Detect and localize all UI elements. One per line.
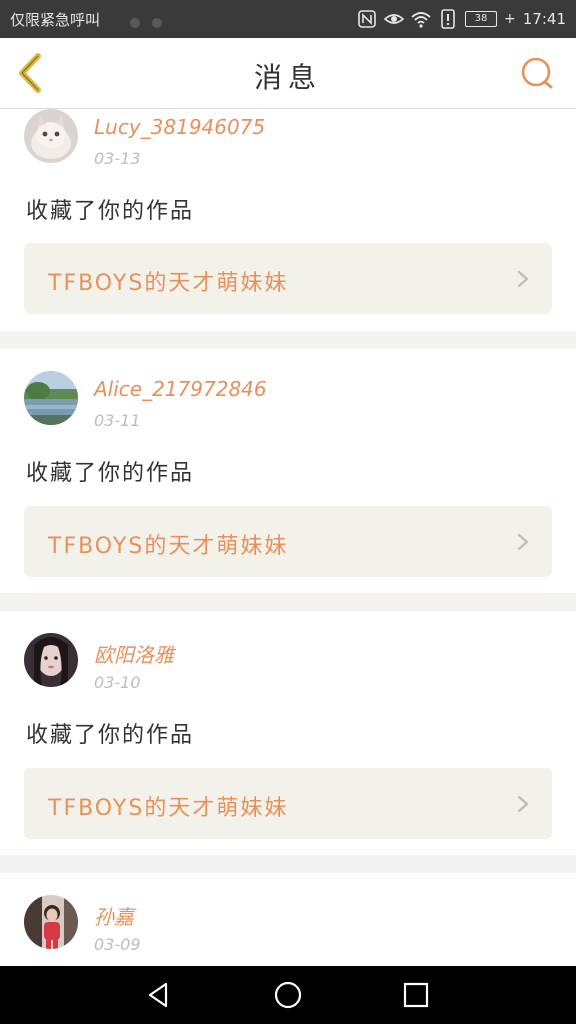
divider [0,855,576,873]
work-link[interactable]: TFBOYS的天才萌妹妹 [24,506,552,577]
alert-icon [441,9,455,29]
username[interactable]: 欧阳洛雅 [94,639,174,668]
chevron-right-icon [517,270,529,288]
message-card: 孙嘉 03-09 [0,873,576,966]
back-triangle-icon[interactable] [144,980,174,1010]
recents-square-icon[interactable] [401,980,431,1010]
username[interactable]: Alice_217972846 [94,377,267,401]
avatar[interactable] [24,895,78,949]
charging-plus-icon: + [504,11,516,27]
navigation-bar [0,966,576,1024]
username[interactable]: 孙嘉 [94,901,134,930]
chevron-right-icon [517,795,529,813]
status-icons: 38 + 17:41 [357,8,566,30]
wifi-icon [411,12,431,28]
message-date: 03-09 [94,935,141,954]
home-circle-icon[interactable] [273,980,303,1010]
work-title: TFBOYS的天才萌妹妹 [48,271,289,296]
notification-dots [130,13,174,32]
action-text: 收藏了你的作品 [26,199,195,224]
header: 消息 [0,38,576,109]
search-icon[interactable] [518,54,556,92]
work-title: TFBOYS的天才萌妹妹 [48,534,289,559]
action-text: 收藏了你的作品 [26,461,195,486]
message-date: 03-10 [94,673,141,692]
work-title: TFBOYS的天才萌妹妹 [48,796,289,821]
nfc-icon [358,10,376,28]
chevron-right-icon [517,533,529,551]
work-link[interactable]: TFBOYS的天才萌妹妹 [24,768,552,839]
work-link[interactable]: TFBOYS的天才萌妹妹 [24,243,552,314]
status-bar: 仅限紧急呼叫 38 + 17:41 [0,0,576,38]
message-card: 欧阳洛雅 03-10 收藏了你的作品 TFBOYS的天才萌妹妹 [0,611,576,855]
message-date: 03-13 [94,149,141,168]
eye-icon [384,14,405,24]
message-card: Alice_217972846 03-11 收藏了你的作品 TFBOYS的天才萌… [0,349,576,593]
carrier-text: 仅限紧急呼叫 [10,11,101,29]
avatar[interactable] [24,371,78,425]
divider [0,331,576,349]
page-title: 消息 [253,61,322,94]
divider [0,593,576,611]
avatar[interactable] [24,633,78,687]
action-text: 收藏了你的作品 [26,723,195,748]
username[interactable]: Lucy_381946075 [94,115,265,139]
clock: 17:41 [522,10,566,28]
avatar[interactable] [24,109,78,163]
message-date: 03-11 [94,411,141,430]
message-list[interactable]: Lucy_381946075 03-13 收藏了你的作品 TFBOYS的天才萌妹… [0,109,576,966]
message-card: Lucy_381946075 03-13 收藏了你的作品 TFBOYS的天才萌妹… [0,109,576,331]
battery-icon: 38 [465,11,498,27]
